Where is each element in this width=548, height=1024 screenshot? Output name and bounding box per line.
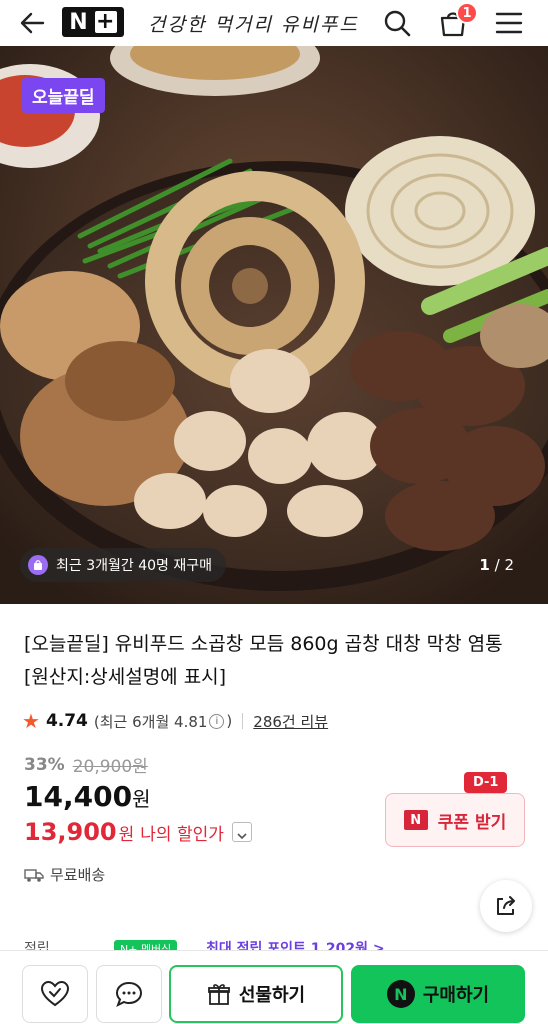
recent-rating-prefix: (최근 6개월 4.81	[93, 712, 208, 731]
search-icon[interactable]	[380, 6, 414, 40]
page-current: 1	[479, 556, 490, 574]
sale-price-unit: 원	[132, 787, 151, 811]
logo-n: N	[69, 9, 89, 35]
bottom-action-bar: 선물하기 N 구매하기	[0, 950, 548, 1024]
divider	[242, 713, 244, 729]
buy-button[interactable]: N 구매하기	[351, 965, 525, 1023]
rating-row[interactable]: ★ 4.74 (최근 6개월 4.81 i ) 286건 리뷰	[22, 708, 328, 734]
truck-icon	[24, 868, 44, 882]
repurchase-text: 최근 3개월간 40명 재구매	[56, 558, 212, 574]
menu-icon[interactable]	[492, 6, 526, 40]
naver-plus-logo[interactable]: N +	[62, 7, 124, 37]
naver-pay-n-icon: N	[386, 980, 415, 1008]
product-photo	[0, 46, 548, 604]
product-image-carousel[interactable]: 오늘끝딜 최근 3개월간 40명 재구매 1 / 2	[0, 46, 548, 604]
coupon-button[interactable]: N 쿠폰 받기	[385, 793, 525, 847]
info-icon[interactable]: i	[209, 713, 225, 729]
star-icon: ★	[22, 709, 40, 733]
recent-rating-suffix: )	[226, 712, 233, 730]
shipping-info: 무료배송	[24, 864, 105, 885]
gift-button[interactable]: 선물하기	[169, 965, 343, 1023]
coupon-deadline-tag: D-1	[464, 772, 508, 793]
naver-n-icon: N	[403, 810, 428, 830]
logo-plus: +	[94, 9, 117, 34]
buy-label: 구매하기	[422, 985, 490, 1006]
original-price: 20,900원	[72, 757, 148, 777]
rating-score: 4.74	[45, 711, 88, 731]
gift-label: 선물하기	[238, 985, 306, 1006]
discount-percent: 33%	[24, 754, 65, 775]
my-price-value: 13,900	[24, 818, 117, 846]
image-page-counter: 1 / 2	[479, 556, 514, 574]
shopping-bag-icon	[28, 555, 48, 575]
chevron-down-icon[interactable]	[231, 822, 252, 842]
coupon-label: 쿠폰 받기	[437, 812, 507, 833]
share-button[interactable]	[480, 880, 532, 932]
deal-tag: 오늘끝딜	[22, 78, 105, 113]
product-title: [오늘끝딜] 유비푸드 소곱창 모듬 860g 곱창 대창 막창 염통 [원산지…	[24, 633, 503, 688]
wishlist-button[interactable]	[22, 965, 88, 1023]
my-price-label: 나의 할인가	[140, 824, 224, 845]
shipping-text: 무료배송	[50, 866, 106, 884]
sale-price: 14,400원	[24, 780, 150, 813]
store-brand-name[interactable]: 건강한 먹거리 유비푸드	[148, 10, 359, 37]
talk-button[interactable]	[96, 965, 162, 1023]
heart-check-icon	[40, 980, 70, 1007]
share-icon	[497, 896, 515, 915]
gift-icon	[207, 984, 230, 1005]
discount-row: 33% 20,900원	[24, 752, 148, 778]
sale-price-value: 14,400	[24, 780, 133, 813]
my-price-unit: 원	[118, 824, 135, 845]
cart-count-badge: 1	[456, 2, 478, 24]
repurchase-badge: 최근 3개월간 40명 재구매	[20, 548, 226, 582]
top-header: N + 건강한 먹거리 유비푸드 1	[0, 0, 548, 46]
my-discount-price[interactable]: 13,900 원 나의 할인가	[24, 818, 252, 846]
review-count-link[interactable]: 286건 리뷰	[253, 711, 328, 732]
page-total: / 2	[494, 556, 514, 574]
chat-bubble-icon	[115, 981, 143, 1008]
back-arrow-icon[interactable]	[14, 7, 50, 39]
